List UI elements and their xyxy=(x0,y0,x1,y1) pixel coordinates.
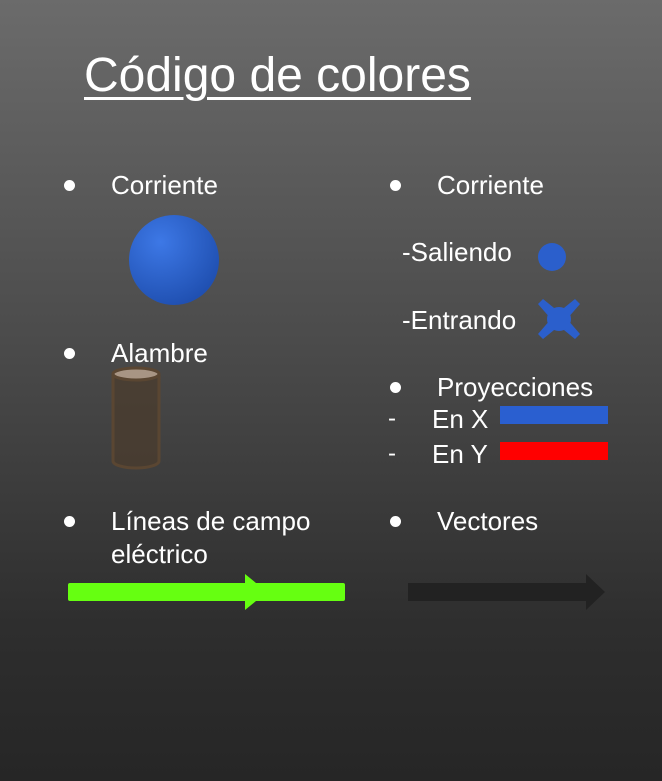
wire-cylinder-icon xyxy=(111,366,161,470)
projection-y-label: En Y xyxy=(432,439,488,469)
incoming-label: -Entrando xyxy=(402,305,517,335)
current-outgoing-dot-icon xyxy=(538,243,566,271)
bullet-dot xyxy=(64,348,75,359)
bullet-dot xyxy=(390,180,401,191)
projection-x-bar xyxy=(500,406,608,424)
bullet-dot xyxy=(390,516,401,527)
bullet-dot xyxy=(64,516,75,527)
current-incoming-cross-icon xyxy=(538,299,580,339)
vector-arrow-icon xyxy=(408,574,605,610)
projection-x-dash: - xyxy=(388,405,396,432)
current-sphere-icon xyxy=(129,215,219,305)
slide: { "title": "Código de colores", "left_co… xyxy=(0,0,662,781)
field-line-arrow-icon xyxy=(68,574,345,610)
outgoing-label: -Saliendo xyxy=(402,237,512,267)
field-lines-label-line2: eléctrico xyxy=(111,539,208,569)
vectors-label: Vectores xyxy=(437,506,539,536)
bullet-dot xyxy=(64,180,75,191)
right-current-label: Corriente xyxy=(437,170,544,200)
left-current-label: Corriente xyxy=(111,170,218,200)
projection-y-dash: - xyxy=(388,440,396,467)
bullet-dot xyxy=(390,382,401,393)
field-lines-label-line1: Líneas de campo xyxy=(111,506,311,536)
projection-x-label: En X xyxy=(432,404,489,434)
projections-label: Proyecciones xyxy=(437,372,594,402)
projection-y-bar xyxy=(500,442,608,460)
slide-title: Código de colores xyxy=(84,49,471,102)
